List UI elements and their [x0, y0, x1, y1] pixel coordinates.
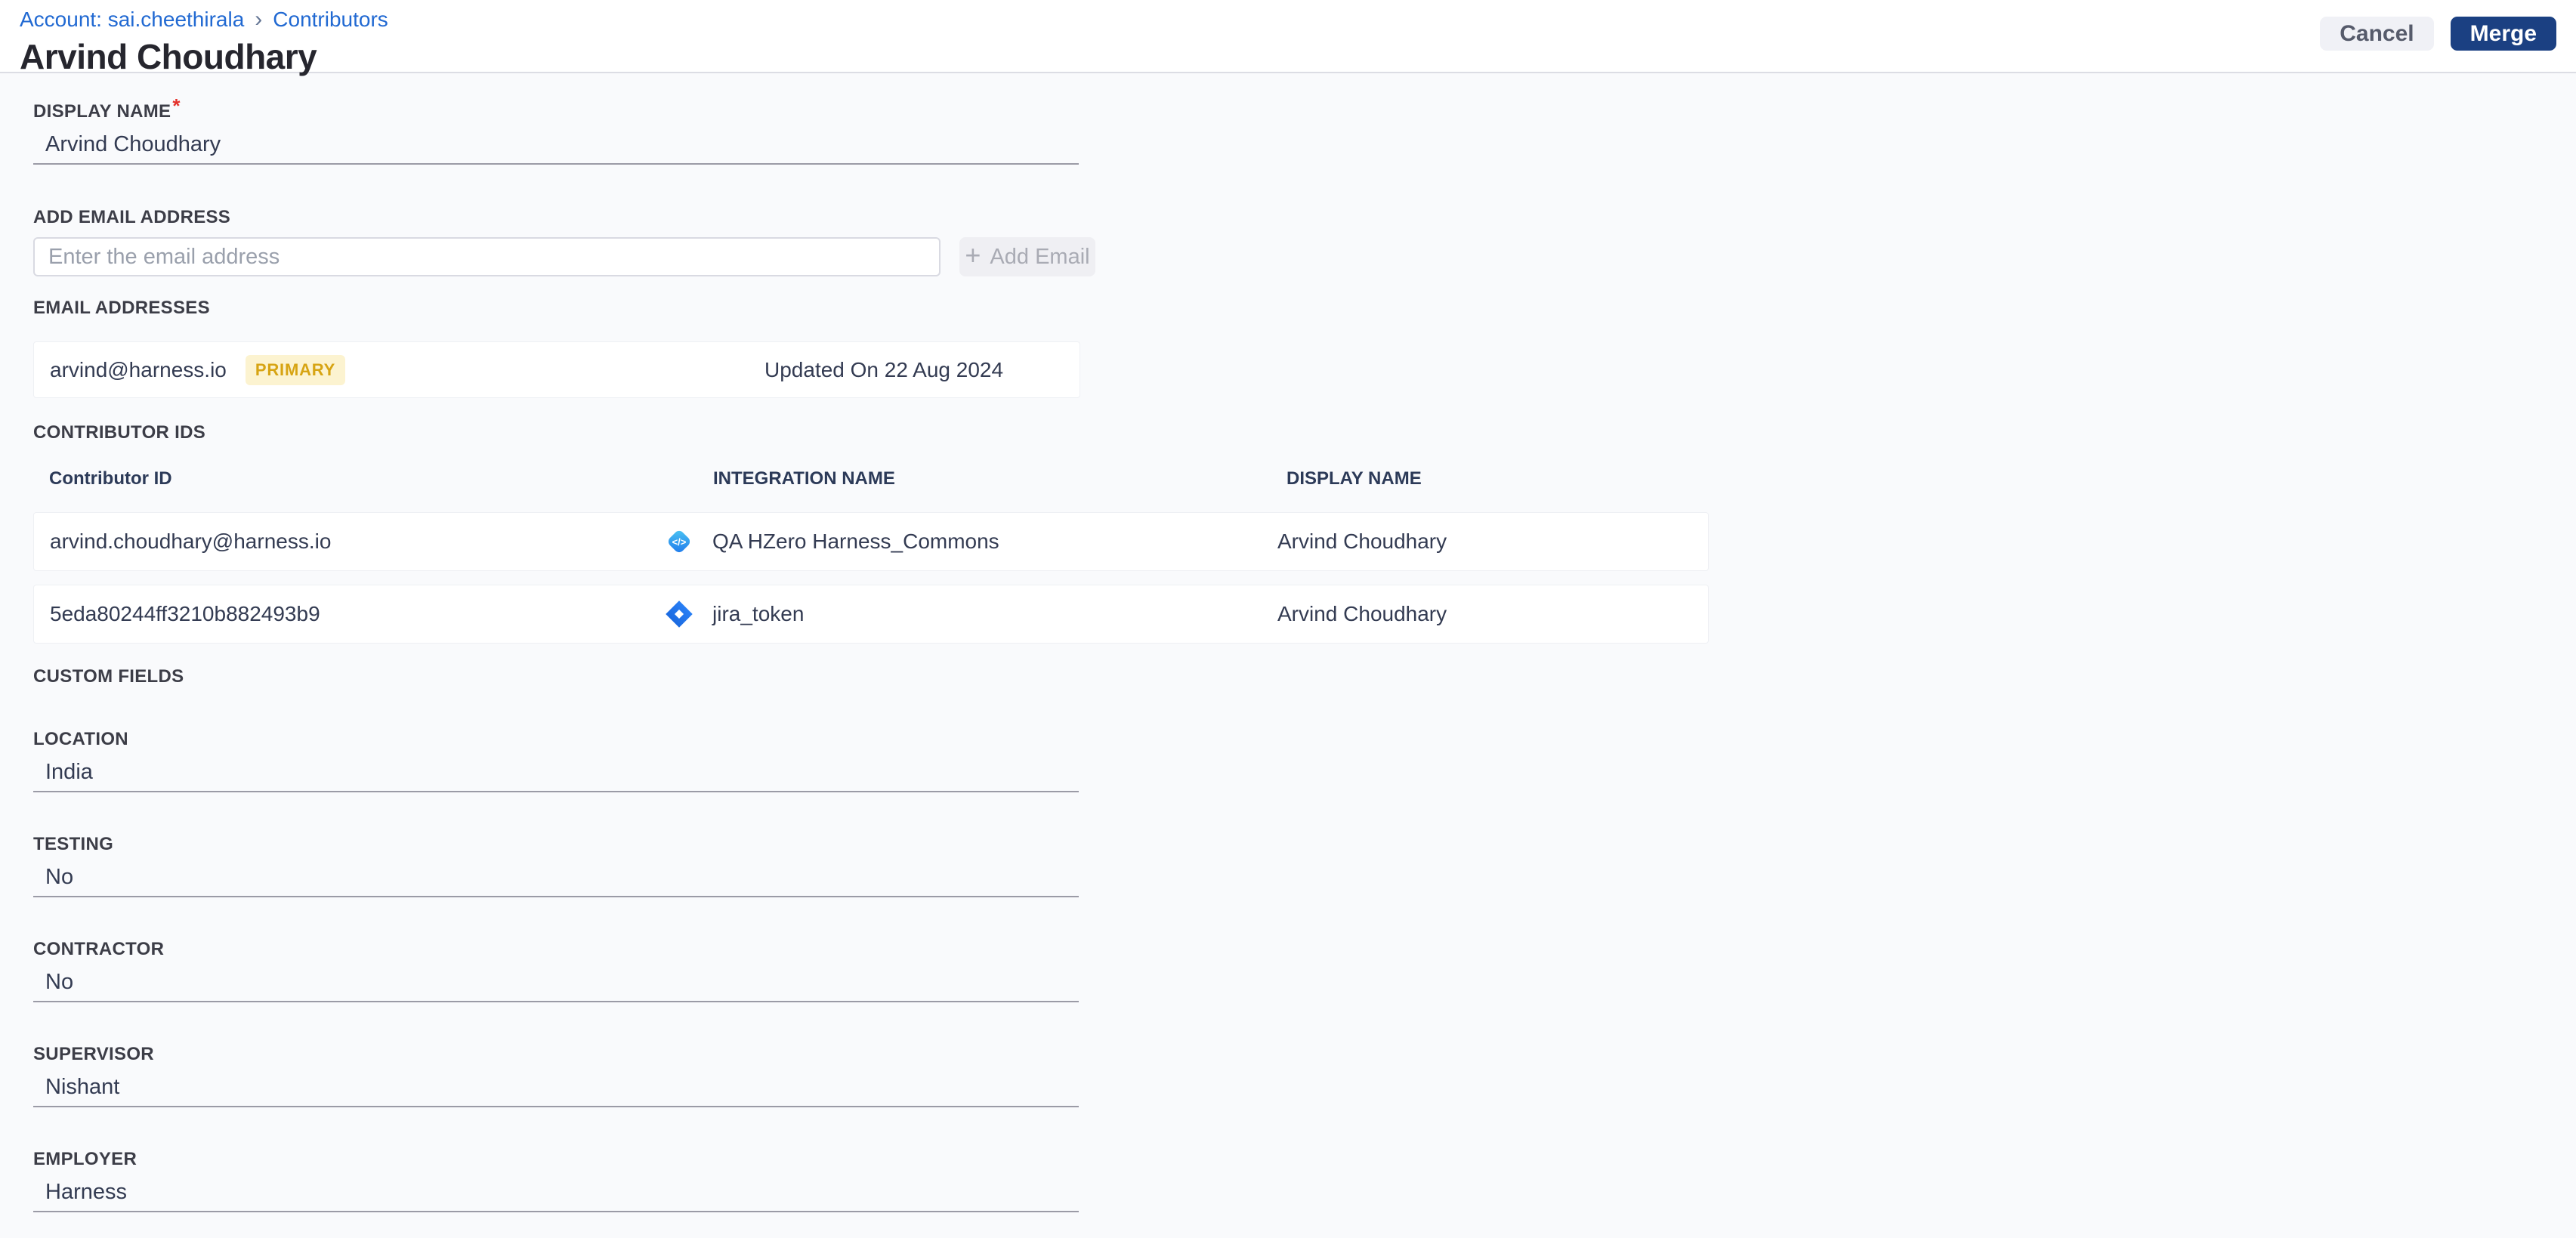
contributor-id-cell: arvind.choudhary@harness.io — [50, 529, 332, 553]
display-name-label: DISPLAY NAME* — [33, 94, 2556, 122]
add-email-label: ADD EMAIL ADDRESS — [33, 207, 231, 227]
email-address-list-item: arvind@harness.io PRIMARY Updated On 22 … — [33, 341, 1080, 398]
contributor-ids-label: CONTRIBUTOR IDS — [33, 422, 206, 443]
column-header-contributor-id: Contributor ID — [49, 468, 172, 489]
integration-name: jira_token — [712, 602, 805, 625]
integration-cell: jira_token — [665, 600, 1277, 628]
svg-text:</>: </> — [672, 536, 687, 548]
primary-badge: PRIMARY — [245, 354, 346, 385]
main-content: DISPLAY NAME* Arvind Choudhary ADD EMAIL… — [0, 73, 2576, 1238]
column-header-display-name: DISPLAY NAME — [1286, 468, 1422, 489]
custom-field-label-contractor: CONTRACTOR — [33, 939, 165, 959]
top-bar-left: Account: sai.cheethirala › Contributors … — [20, 6, 388, 77]
jira-icon — [666, 600, 693, 628]
custom-field-label-supervisor: SUPERVISOR — [33, 1044, 154, 1064]
bottom-spacer — [33, 1212, 2556, 1238]
merge-button[interactable]: Merge — [2450, 17, 2556, 51]
display-name-label-text: DISPLAY NAME — [33, 101, 171, 122]
code-integration-icon: </> — [668, 530, 690, 553]
add-email-row: + Add Email — [33, 237, 2556, 276]
breadcrumb-contributors-link[interactable]: Contributors — [273, 8, 388, 32]
custom-field-label-employer: EMPLOYER — [33, 1149, 137, 1169]
contributor-ids-table-header: Contributor ID INTEGRATION NAME DISPLAY … — [33, 468, 1709, 489]
custom-field-label-location: LOCATION — [33, 729, 128, 749]
custom-fields-label: CUSTOM FIELDS — [33, 666, 184, 687]
display-name-cell: Arvind Choudhary — [1277, 602, 1447, 625]
email-input[interactable] — [33, 237, 941, 276]
custom-field-value-employer[interactable]: Harness — [33, 1178, 1079, 1212]
display-name-field[interactable]: Arvind Choudhary — [33, 130, 1079, 165]
custom-field-value-supervisor[interactable]: Nishant — [33, 1073, 1079, 1107]
email-updated-on: Updated On 22 Aug 2024 — [764, 357, 1004, 381]
table-row: arvind.choudhary@harness.io </> QA HZero… — [33, 512, 1709, 571]
breadcrumb-account-link[interactable]: Account: sai.cheethirala — [20, 8, 244, 32]
custom-field-label-testing: TESTING — [33, 834, 114, 854]
custom-field-value-contractor[interactable]: No — [33, 968, 1079, 1002]
cancel-button[interactable]: Cancel — [2320, 17, 2434, 51]
top-bar: Account: sai.cheethirala › Contributors … — [0, 0, 2576, 76]
integration-cell: </> QA HZero Harness_Commons — [665, 527, 1277, 556]
email-addresses-label: EMAIL ADDRESSES — [33, 298, 210, 318]
header-actions: Cancel Merge — [2320, 17, 2556, 51]
email-address-value: arvind@harness.io — [50, 357, 227, 381]
add-email-button-label: Add Email — [990, 244, 1090, 269]
display-name-cell: Arvind Choudhary — [1277, 529, 1447, 553]
page-title: Arvind Choudhary — [20, 37, 317, 76]
column-header-integration-name: INTEGRATION NAME — [713, 468, 895, 489]
contributor-detail-page: Account: sai.cheethirala › Contributors … — [0, 0, 2576, 1212]
add-email-button[interactable]: + Add Email — [959, 237, 1095, 276]
breadcrumb-chevron-icon: › — [255, 7, 263, 32]
custom-field-value-testing[interactable]: No — [33, 863, 1079, 897]
custom-field-value-location[interactable]: India — [33, 758, 1079, 792]
breadcrumb: Account: sai.cheethirala › Contributors — [20, 6, 388, 32]
required-asterisk: * — [172, 94, 181, 117]
contributor-id-cell: 5eda80244ff3210b882493b9 — [50, 602, 320, 625]
plus-icon: + — [965, 239, 981, 270]
integration-name: QA HZero Harness_Commons — [712, 529, 999, 553]
table-row: 5eda80244ff3210b882493b9 jira_token Arvi… — [33, 585, 1709, 644]
